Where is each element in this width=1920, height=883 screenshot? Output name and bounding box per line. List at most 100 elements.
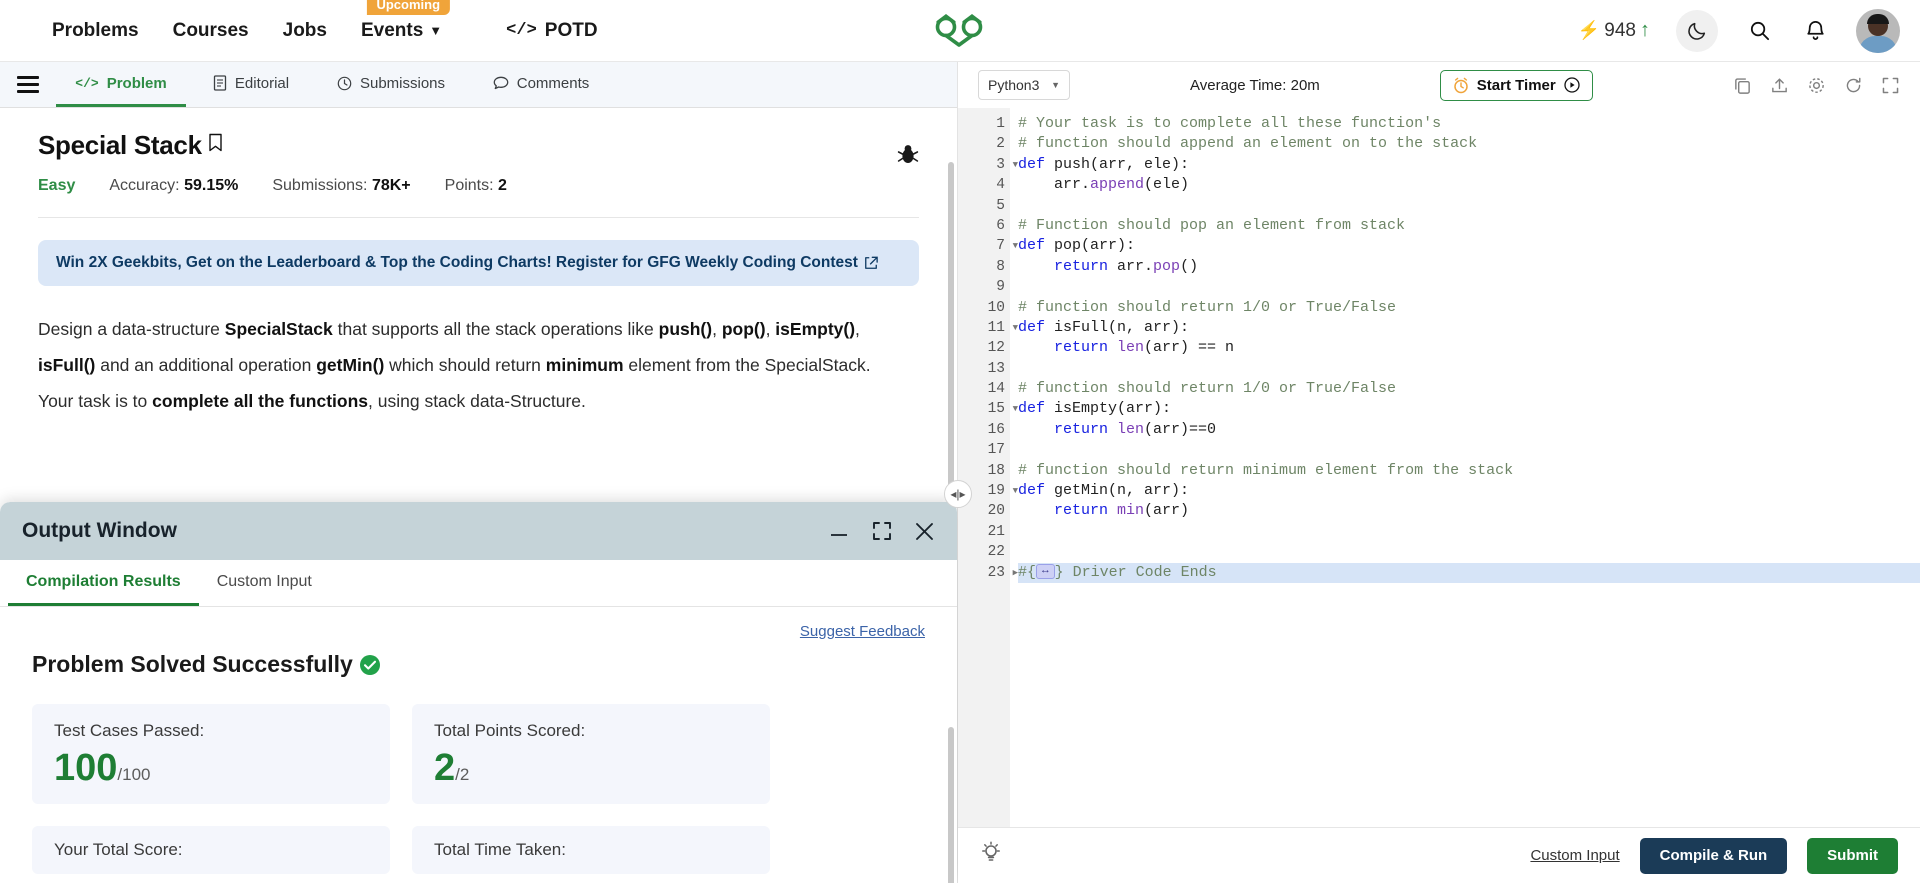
submit-button[interactable]: Submit [1807, 837, 1898, 874]
streak-counter[interactable]: ⚡ 948 ↑ [1578, 19, 1650, 42]
language-select[interactable]: Python3 ▼ [978, 70, 1070, 100]
submissions-value: 78K+ [371, 177, 411, 194]
output-window-actions [828, 521, 935, 542]
compile-run-button[interactable]: Compile & Run [1639, 837, 1788, 874]
code-icon: </> [75, 75, 99, 91]
code-line: # function should return minimum element… [1018, 461, 1920, 481]
code-token: pop(arr): [1054, 237, 1136, 255]
nav-item-problems[interactable]: Problems [52, 20, 139, 42]
refresh-icon[interactable] [1844, 76, 1863, 95]
editor-pane: Python3 ▼ Average Time: 20m Start Timer [958, 62, 1920, 883]
suggest-feedback-link[interactable]: Suggest Feedback [800, 623, 925, 640]
code-line: def isFull(n, arr): [1018, 318, 1920, 338]
geeksforgeeks-logo[interactable] [926, 8, 994, 54]
code-line: #{↔} Driver Code Ends [1018, 562, 1920, 583]
fold-expand-icon[interactable]: ▶ [1013, 563, 1018, 583]
desc-emphasis: minimum [545, 354, 624, 375]
code-line: return len(arr)==0 [1018, 420, 1920, 440]
line-number: 7 ▼ [958, 236, 1018, 256]
desc-emphasis: complete all the functions [152, 390, 369, 411]
editor-tool-icons [1733, 76, 1900, 95]
difficulty-badge: Easy [38, 177, 76, 194]
copy-icon[interactable] [1733, 76, 1752, 95]
code-token: isFull(n, arr): [1054, 318, 1190, 336]
avatar[interactable] [1856, 8, 1900, 53]
custom-input-link[interactable]: Custom Input [1530, 847, 1619, 864]
sidebar-toggle[interactable] [0, 62, 56, 107]
tab-comments[interactable]: Comments [466, 62, 616, 107]
tab-submissions[interactable]: Submissions [316, 62, 466, 107]
code-line: # Function should pop an element from st… [1018, 216, 1920, 236]
dark-mode-toggle[interactable] [1676, 9, 1718, 52]
code-line: arr.append(ele) [1018, 175, 1920, 195]
tab-editorial[interactable]: Editorial [186, 62, 316, 107]
code-line: # function should append an element on t… [1018, 134, 1920, 154]
line-number: 2 [996, 136, 1005, 153]
code-token: (arr)==0 [1144, 420, 1217, 438]
output-window-title: Output Window [22, 519, 177, 542]
code-line: def push(arr, ele): [1018, 155, 1920, 175]
card-total-time: Total Time Taken: [412, 826, 770, 874]
main-split: </> Problem Editorial Submissions Commen… [0, 62, 1920, 883]
bookmark-icon[interactable] [208, 133, 223, 158]
streak-count: 948 [1604, 19, 1636, 41]
line-number: 9 [996, 279, 1005, 296]
lightbulb-icon[interactable] [980, 841, 1002, 870]
fold-collapse-icon[interactable]: ▼ [1013, 236, 1018, 256]
fold-collapse-icon[interactable]: ▼ [1013, 399, 1018, 419]
tab-label: Comments [516, 74, 590, 92]
line-number: 18 [987, 462, 1005, 479]
card-suffix: /2 [455, 765, 470, 784]
card-label: Total Points Scored: [434, 721, 586, 740]
code-icon: </> [506, 21, 537, 40]
avatar-hair [1867, 13, 1889, 24]
report-bug-icon[interactable] [897, 142, 919, 171]
code-token: def [1018, 237, 1055, 255]
output-scrollbar[interactable] [948, 727, 954, 883]
upload-icon[interactable] [1770, 76, 1789, 95]
search-icon [1750, 21, 1769, 41]
code-token: min [1117, 502, 1145, 520]
line-number: 21 [987, 523, 1005, 540]
timer-label: Start Timer [1476, 76, 1556, 94]
gear-icon[interactable] [1807, 76, 1826, 95]
code-token: #{ [1018, 563, 1037, 581]
line-number: 16 [987, 421, 1005, 438]
minimize-icon[interactable] [828, 524, 850, 538]
desc-text: , using stack data-Structure. [368, 390, 586, 411]
nav-item-courses[interactable]: Courses [173, 20, 249, 42]
maximize-icon[interactable] [872, 521, 892, 541]
line-number: 3 ▼ [958, 155, 1018, 175]
code-token: } Driver Code Ends [1054, 563, 1217, 581]
line-number: 5 [996, 197, 1005, 214]
fold-collapse-icon[interactable]: ▼ [1013, 318, 1018, 338]
tab-problem[interactable]: </> Problem [56, 62, 186, 107]
nav-item-events[interactable]: Upcoming Events ▼ [361, 0, 451, 42]
desc-text: , [765, 319, 776, 339]
close-icon[interactable] [914, 521, 935, 542]
fold-collapse-icon[interactable]: ▼ [1013, 155, 1018, 175]
code-token: arr. [1117, 257, 1154, 275]
search-button[interactable] [1744, 16, 1774, 46]
notifications-button[interactable] [1800, 16, 1830, 46]
nav-item-jobs[interactable]: Jobs [283, 20, 327, 42]
code-token: def [1018, 155, 1055, 173]
split-resize-handle[interactable]: ◂|▸ [944, 480, 972, 508]
promo-banner[interactable]: Win 2X Geekbits, Get on the Leaderboard … [38, 240, 919, 286]
line-number: 17 [987, 442, 1005, 459]
start-timer-button[interactable]: Start Timer [1439, 69, 1593, 101]
comment-icon [493, 76, 509, 89]
nav-item-potd[interactable]: </> POTD [506, 20, 597, 42]
code-token: # function should append an element on t… [1018, 135, 1478, 153]
chevron-down-icon: ▼ [429, 23, 443, 38]
fold-collapse-icon[interactable]: ▼ [1013, 481, 1018, 501]
code-line: # function should return 1/0 or True/Fal… [1018, 298, 1920, 318]
desc-text: and an additional operation [95, 354, 317, 375]
tab-custom-input[interactable]: Custom Input [199, 560, 330, 606]
folded-code-pill[interactable]: ↔ [1036, 564, 1055, 580]
code-editor[interactable]: 1 2 3 ▼ 4 5 6 7 ▼ 8 9 10 11 ▼ 12 13 14 15 ▼ 16 17 18 19 ▼ 20 21 22… [958, 108, 1920, 827]
fullscreen-icon[interactable] [1881, 76, 1900, 95]
code-content[interactable]: # Your task is to complete all these fun… [1010, 108, 1920, 827]
tab-compilation-results[interactable]: Compilation Results [8, 560, 199, 606]
card-test-cases: Test Cases Passed: 100/100 [32, 704, 390, 804]
